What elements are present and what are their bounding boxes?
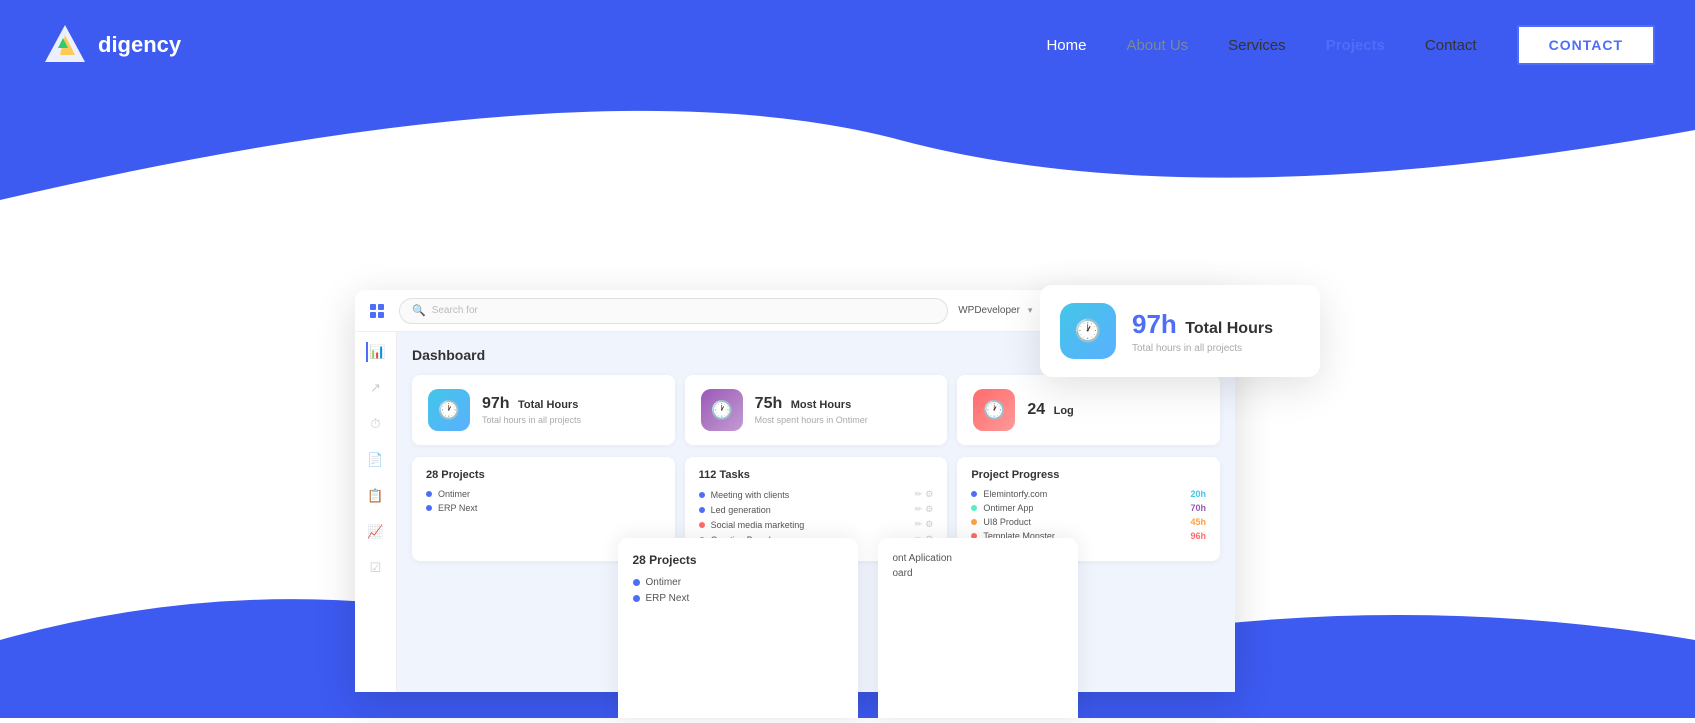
stat-icon-1: 🕐 [701, 389, 743, 431]
project-label-1: ERP Next [438, 503, 477, 513]
project-item-0: Ontimer [426, 489, 661, 499]
progress-hours-1: 70h [1191, 503, 1207, 513]
dashboard-search[interactable]: 🔍 Search for [399, 298, 948, 324]
project-label-0: Ontimer [438, 489, 470, 499]
bp-dot-0 [633, 579, 640, 586]
task-label-0: Meeting with clients [711, 490, 790, 500]
stat-icon-0: 🕐 [428, 389, 470, 431]
project-item-1: ERP Next [426, 503, 661, 513]
progress-dot-0 [971, 491, 977, 497]
stat-sub-0: Total hours in all projects [482, 415, 581, 425]
task-item-0: Meeting with clients ✏⚙ [699, 489, 934, 500]
contact-button[interactable]: CONTACT [1517, 25, 1655, 65]
nav-links: Home About Us Services Projects Contact [1046, 37, 1476, 54]
sidebar-table-icon[interactable]: 📋 [366, 486, 386, 506]
bp-dot-1 [633, 595, 640, 602]
floating-num: 97h [1132, 309, 1177, 339]
project-dot-0 [426, 491, 432, 497]
sidebar-doc-icon[interactable]: 📄 [366, 450, 386, 470]
progress-hours-2: 45h [1191, 517, 1207, 527]
progress-item-1: Ontimer App 70h [971, 503, 1206, 513]
projects-title: 28 Projects [426, 469, 661, 481]
stat-label-0: Total Hours [518, 399, 578, 411]
stat-card-1: 🕐 75h Most Hours Most spent hours in Ont… [685, 375, 948, 445]
progress-label-1: Ontimer App [983, 503, 1033, 513]
stat-num-label-0: 97h Total Hours [482, 395, 581, 413]
navbar: digency Home About Us Services Projects … [0, 0, 1695, 90]
progress-dot-1 [971, 505, 977, 511]
stat-num-1: 75h [755, 395, 783, 412]
bottom-projects-title: 28 Projects [633, 553, 843, 567]
floating-sub: Total hours in all projects [1132, 343, 1273, 354]
floating-num-label: 97h Total Hours [1132, 309, 1273, 340]
floating-card-icon: 🕐 [1060, 303, 1116, 359]
nav-services[interactable]: Services [1228, 37, 1286, 54]
stat-text-1: 75h Most Hours Most spent hours in Ontim… [755, 395, 868, 425]
task-item-2: Social media marketing ✏⚙ [699, 519, 934, 530]
logo-text: digency [98, 32, 181, 58]
stat-num-label-1: 75h Most Hours [755, 395, 868, 413]
stat-num-label-2: 24 Log [1027, 401, 1073, 419]
logo[interactable]: digency [40, 20, 181, 70]
stat-card-2: 🕐 24 Log [957, 375, 1220, 445]
nav-about[interactable]: About Us [1126, 37, 1188, 54]
task-dot-2 [699, 522, 705, 528]
logo-icon [40, 20, 90, 70]
progress-label-0: Elemintorfy.com [983, 489, 1047, 499]
wp-chevron: ▾ [1028, 305, 1033, 316]
progress-title: Project Progress [971, 469, 1206, 481]
nav-contact[interactable]: Contact [1425, 37, 1477, 54]
nav-home[interactable]: Home [1046, 37, 1086, 54]
wp-developer-label: WPDeveloper [958, 305, 1020, 316]
stat-icon-2: 🕐 [973, 389, 1015, 431]
nav-projects[interactable]: Projects [1326, 37, 1385, 54]
stat-card-0: 🕐 97h Total Hours Total hours in all pro… [412, 375, 675, 445]
task-dot-0 [699, 492, 705, 498]
stats-row: 🕐 97h Total Hours Total hours in all pro… [412, 375, 1220, 445]
floating-card-content: 97h Total Hours Total hours in all proje… [1132, 309, 1273, 354]
stat-sub-1: Most spent hours in Ontimer [755, 415, 868, 425]
board-label: oard [893, 568, 1063, 579]
stat-text-2: 24 Log [1027, 401, 1073, 419]
progress-item-0: Elemintorfy.com 20h [971, 489, 1206, 499]
floating-stat-card: 🕐 97h Total Hours Total hours in all pro… [1040, 285, 1320, 377]
sidebar-dashboard-icon[interactable]: 📊 [366, 342, 386, 362]
stat-num-0: 97h [482, 395, 510, 412]
task-label-1: Led generation [711, 505, 771, 515]
task-icons-0: ✏⚙ [915, 489, 934, 500]
sidebar-arrow-icon[interactable]: ↗ [366, 378, 386, 398]
project-dot-1 [426, 505, 432, 511]
tasks-title: 112 Tasks [699, 469, 934, 481]
task-icons-2: ✏⚙ [915, 519, 934, 530]
progress-hours-0: 20h [1191, 489, 1207, 499]
stat-label-2: Log [1054, 405, 1074, 417]
progress-item-2: UI8 Product 45h [971, 517, 1206, 527]
progress-label-2: UI8 Product [983, 517, 1031, 527]
bp-label-1: ERP Next [646, 593, 690, 604]
bottom-app-panel: ont Aplication oard [878, 538, 1078, 718]
search-placeholder: Search for [432, 305, 478, 316]
bottom-project-0: Ontimer [633, 577, 843, 588]
task-dot-1 [699, 507, 705, 513]
bottom-panels: 28 Projects Ontimer ERP Next ont Aplicat… [0, 538, 1695, 718]
task-icons-1: ✏⚙ [915, 504, 934, 515]
progress-dot-2 [971, 519, 977, 525]
stat-num-2: 24 [1027, 401, 1045, 418]
bp-label-0: Ontimer [646, 577, 682, 588]
grid-icon [370, 304, 384, 318]
floating-label: Total Hours [1185, 320, 1273, 337]
task-item-1: Led generation ✏⚙ [699, 504, 934, 515]
app-label: ont Aplication [893, 553, 1063, 564]
task-label-2: Social media marketing [711, 520, 805, 530]
sidebar-clock-icon[interactable]: ⏱ [366, 414, 386, 434]
stat-label-1: Most Hours [791, 399, 852, 411]
bottom-project-1: ERP Next [633, 593, 843, 604]
stat-text-0: 97h Total Hours Total hours in all proje… [482, 395, 581, 425]
search-icon: 🔍 [412, 304, 426, 317]
bottom-projects-panel: 28 Projects Ontimer ERP Next [618, 538, 858, 718]
